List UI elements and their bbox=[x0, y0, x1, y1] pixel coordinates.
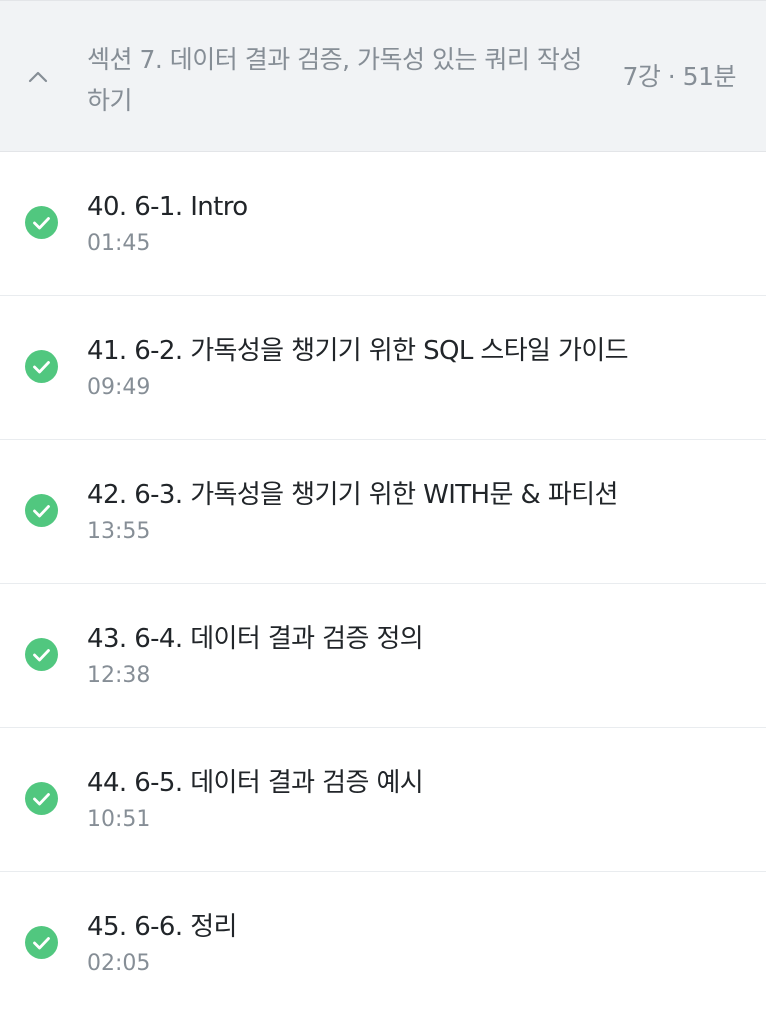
lesson-duration: 09:49 bbox=[87, 375, 151, 400]
lesson-title: 43. 6-4. 데이터 결과 검증 정의 bbox=[87, 624, 424, 654]
check-circle-icon bbox=[25, 638, 58, 671]
lesson-item[interactable]: 44. 6-5. 데이터 결과 검증 예시 10:51 bbox=[0, 728, 766, 872]
lesson-duration: 13:55 bbox=[87, 519, 151, 544]
lesson-item[interactable]: 40. 6-1. Intro 01:45 bbox=[0, 152, 766, 296]
lesson-item[interactable]: 45. 6-6. 정리 02:05 bbox=[0, 872, 766, 1012]
lesson-title: 40. 6-1. Intro bbox=[87, 192, 248, 222]
lesson-duration: 02:05 bbox=[87, 951, 151, 976]
check-circle-icon bbox=[25, 494, 58, 527]
check-circle-icon bbox=[25, 782, 58, 815]
check-circle-icon bbox=[25, 926, 58, 959]
lesson-duration: 10:51 bbox=[87, 807, 151, 832]
check-circle-icon bbox=[25, 350, 58, 383]
section-header[interactable]: 섹션 7. 데이터 결과 검증, 가독성 있는 쿼리 작성하기 7강 · 51분 bbox=[0, 0, 766, 152]
chevron-up-icon[interactable] bbox=[28, 69, 48, 83]
lesson-duration: 12:38 bbox=[87, 663, 151, 688]
lesson-list: 40. 6-1. Intro 01:45 41. 6-2. 가독성을 챙기기 위… bbox=[0, 152, 766, 1012]
lesson-title: 44. 6-5. 데이터 결과 검증 예시 bbox=[87, 768, 424, 798]
lesson-item[interactable]: 42. 6-3. 가독성을 챙기기 위한 WITH문 & 파티션 13:55 bbox=[0, 440, 766, 584]
section-lecture-count-duration: 7강 · 51분 bbox=[622, 62, 736, 91]
section-title: 섹션 7. 데이터 결과 검증, 가독성 있는 쿼리 작성하기 bbox=[87, 45, 582, 115]
lesson-item[interactable]: 41. 6-2. 가독성을 챙기기 위한 SQL 스타일 가이드 09:49 bbox=[0, 296, 766, 440]
lesson-title: 41. 6-2. 가독성을 챙기기 위한 SQL 스타일 가이드 bbox=[87, 336, 629, 366]
lesson-item[interactable]: 43. 6-4. 데이터 결과 검증 정의 12:38 bbox=[0, 584, 766, 728]
lesson-duration: 01:45 bbox=[87, 231, 151, 256]
lesson-title: 42. 6-3. 가독성을 챙기기 위한 WITH문 & 파티션 bbox=[87, 480, 618, 510]
lesson-title: 45. 6-6. 정리 bbox=[87, 912, 237, 942]
check-circle-icon bbox=[25, 206, 58, 239]
